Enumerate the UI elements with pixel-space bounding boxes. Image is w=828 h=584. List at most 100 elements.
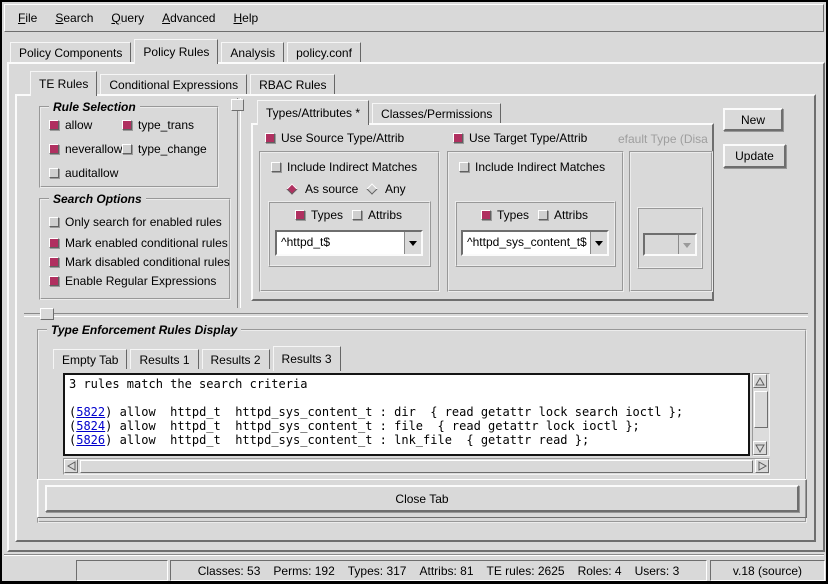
checkbox-indicator xyxy=(49,276,59,286)
checkbox-source-include-indirect[interactable]: Include Indirect Matches xyxy=(271,159,417,174)
radio-any[interactable]: Any xyxy=(365,181,406,196)
checkbox-indicator xyxy=(49,120,59,130)
chevron-down-icon xyxy=(683,243,691,252)
scroll-down-icon xyxy=(755,444,765,453)
checkbox-indicator xyxy=(352,210,362,220)
scroll-up-icon xyxy=(755,377,765,386)
tab-conditional-expressions[interactable]: Conditional Expressions xyxy=(100,74,247,94)
menu-query[interactable]: Query xyxy=(102,7,153,29)
menu-help[interactable]: Help xyxy=(224,7,267,29)
results-summary-line: 3 rules match the search criteria xyxy=(69,377,744,391)
rule-id-link[interactable]: 5822 xyxy=(76,405,105,419)
main-tab-bar: Policy Components Policy Rules Analysis … xyxy=(10,39,364,62)
scroll-left-icon xyxy=(67,461,76,471)
vertical-scroll-thumb[interactable] xyxy=(754,391,768,428)
tab-results-2[interactable]: Results 2 xyxy=(202,349,270,369)
update-button[interactable]: Update xyxy=(723,144,786,168)
results-tab-bar: Empty Tab Results 1 Results 2 Results 3 xyxy=(53,347,344,369)
checkbox-indicator xyxy=(295,210,305,220)
tab-policy-components[interactable]: Policy Components xyxy=(10,42,131,62)
checkbox-mark-disabled-conditional[interactable]: Mark disabled conditional rules xyxy=(49,254,230,269)
tab-results-3[interactable]: Results 3 xyxy=(273,346,341,371)
vertical-sash-line xyxy=(237,98,241,308)
checkbox-only-enabled-rules[interactable]: Only search for enabled rules xyxy=(49,214,222,229)
checkbox-indicator xyxy=(49,257,59,267)
default-combo-dropdown-button xyxy=(678,235,695,254)
menu-file[interactable]: File xyxy=(9,7,46,29)
vertical-sash-handle[interactable] xyxy=(231,99,244,111)
checkbox-use-target-type[interactable]: Use Target Type/Attrib xyxy=(453,130,587,145)
checkbox-mark-enabled-conditional[interactable]: Mark enabled conditional rules xyxy=(49,235,228,250)
checkbox-enable-regex[interactable]: Enable Regular Expressions xyxy=(49,273,216,288)
target-type-combobox[interactable]: ^httpd_sys_content_t$ xyxy=(461,230,609,256)
tab-empty-tab[interactable]: Empty Tab xyxy=(53,349,127,369)
status-version-box: v.18 (source) xyxy=(710,560,825,581)
tab-results-1[interactable]: Results 1 xyxy=(130,349,198,369)
results-vertical-scrollbar[interactable] xyxy=(752,373,770,456)
chevron-down-icon xyxy=(595,241,603,250)
tab-rbac-rules[interactable]: RBAC Rules xyxy=(250,74,335,94)
horizontal-scroll-thumb[interactable] xyxy=(80,460,753,473)
checkbox-target-include-indirect[interactable]: Include Indirect Matches xyxy=(459,159,605,174)
apol-window: File Search Query Advanced Help Policy C… xyxy=(0,0,828,584)
blank-line xyxy=(69,391,744,405)
default-type-combobox xyxy=(643,233,697,256)
checkbox-type-change[interactable]: type_change xyxy=(122,141,207,156)
policy-version-label: v.18 (source) xyxy=(733,564,802,578)
rule-selection-title: Rule Selection xyxy=(49,100,140,114)
checkbox-source-attribs[interactable]: Attribs xyxy=(352,207,402,222)
source-combo-dropdown-button[interactable] xyxy=(404,232,421,254)
close-tab-button[interactable]: Close Tab xyxy=(45,485,799,512)
target-type-value[interactable]: ^httpd_sys_content_t$ xyxy=(463,232,590,254)
tab-policy-rules[interactable]: Policy Rules xyxy=(134,39,218,64)
checkbox-auditallow[interactable]: auditallow xyxy=(49,165,118,180)
rule-line: (5824) allow httpd_t httpd_sys_content_t… xyxy=(69,419,744,433)
radio-as-source[interactable]: As source xyxy=(285,181,358,196)
horizontal-sash-handle[interactable] xyxy=(40,308,54,320)
checkbox-neverallow[interactable]: neverallow xyxy=(49,141,122,156)
checkbox-use-source-type[interactable]: Use Source Type/Attrib xyxy=(265,130,404,145)
menu-advanced[interactable]: Advanced xyxy=(153,7,224,29)
checkbox-indicator xyxy=(49,217,59,227)
checkbox-source-types[interactable]: Types xyxy=(295,207,343,222)
status-users: Users: 3 xyxy=(635,564,680,578)
checkbox-target-types[interactable]: Types xyxy=(481,207,529,222)
checkbox-target-attribs[interactable]: Attribs xyxy=(538,207,588,222)
rule-line: (5826) allow httpd_t httpd_sys_content_t… xyxy=(69,433,744,447)
tab-policy-conf[interactable]: policy.conf xyxy=(287,42,361,62)
scroll-right-icon xyxy=(758,461,767,471)
chevron-down-icon xyxy=(409,241,417,250)
tab-types-attributes[interactable]: Types/Attributes * xyxy=(257,100,369,125)
menu-search[interactable]: Search xyxy=(46,7,102,29)
source-type-combobox[interactable]: ^httpd_t$ xyxy=(275,230,423,256)
radio-indicator xyxy=(366,183,377,194)
statusbar-divider xyxy=(4,554,824,556)
rule-line: (5822) allow httpd_t httpd_sys_content_t… xyxy=(69,405,744,419)
scroll-left-button[interactable] xyxy=(64,459,78,473)
checkbox-indicator xyxy=(271,162,281,172)
new-button[interactable]: New xyxy=(723,108,783,131)
checkbox-indicator xyxy=(49,168,59,178)
scroll-down-button[interactable] xyxy=(753,441,767,455)
checkbox-allow[interactable]: allow xyxy=(49,117,92,132)
tab-analysis[interactable]: Analysis xyxy=(221,42,284,62)
tab-te-rules[interactable]: TE Rules xyxy=(30,71,97,96)
tab-classes-permissions[interactable]: Classes/Permissions xyxy=(372,103,501,123)
results-text-area[interactable]: 3 rules match the search criteria (5822)… xyxy=(63,373,750,456)
types-attrs-tab-bar: Types/Attributes * Classes/Permissions xyxy=(257,101,504,123)
checkbox-type-trans[interactable]: type_trans xyxy=(122,117,194,132)
te-tab-bar: TE Rules Conditional Expressions RBAC Ru… xyxy=(30,72,338,94)
scroll-right-button[interactable] xyxy=(755,459,769,473)
status-types: Types: 317 xyxy=(348,564,407,578)
status-classes: Classes: 53 xyxy=(198,564,261,578)
results-horizontal-scrollbar[interactable] xyxy=(63,458,770,475)
rule-id-link[interactable]: 5824 xyxy=(76,419,105,433)
scroll-up-button[interactable] xyxy=(753,374,767,388)
default-type-value xyxy=(645,235,678,254)
status-message-box xyxy=(76,560,168,581)
checkbox-indicator xyxy=(538,210,548,220)
search-options-title: Search Options xyxy=(49,192,146,206)
source-type-value[interactable]: ^httpd_t$ xyxy=(277,232,404,254)
target-combo-dropdown-button[interactable] xyxy=(590,232,607,254)
rule-id-link[interactable]: 5826 xyxy=(76,433,105,447)
